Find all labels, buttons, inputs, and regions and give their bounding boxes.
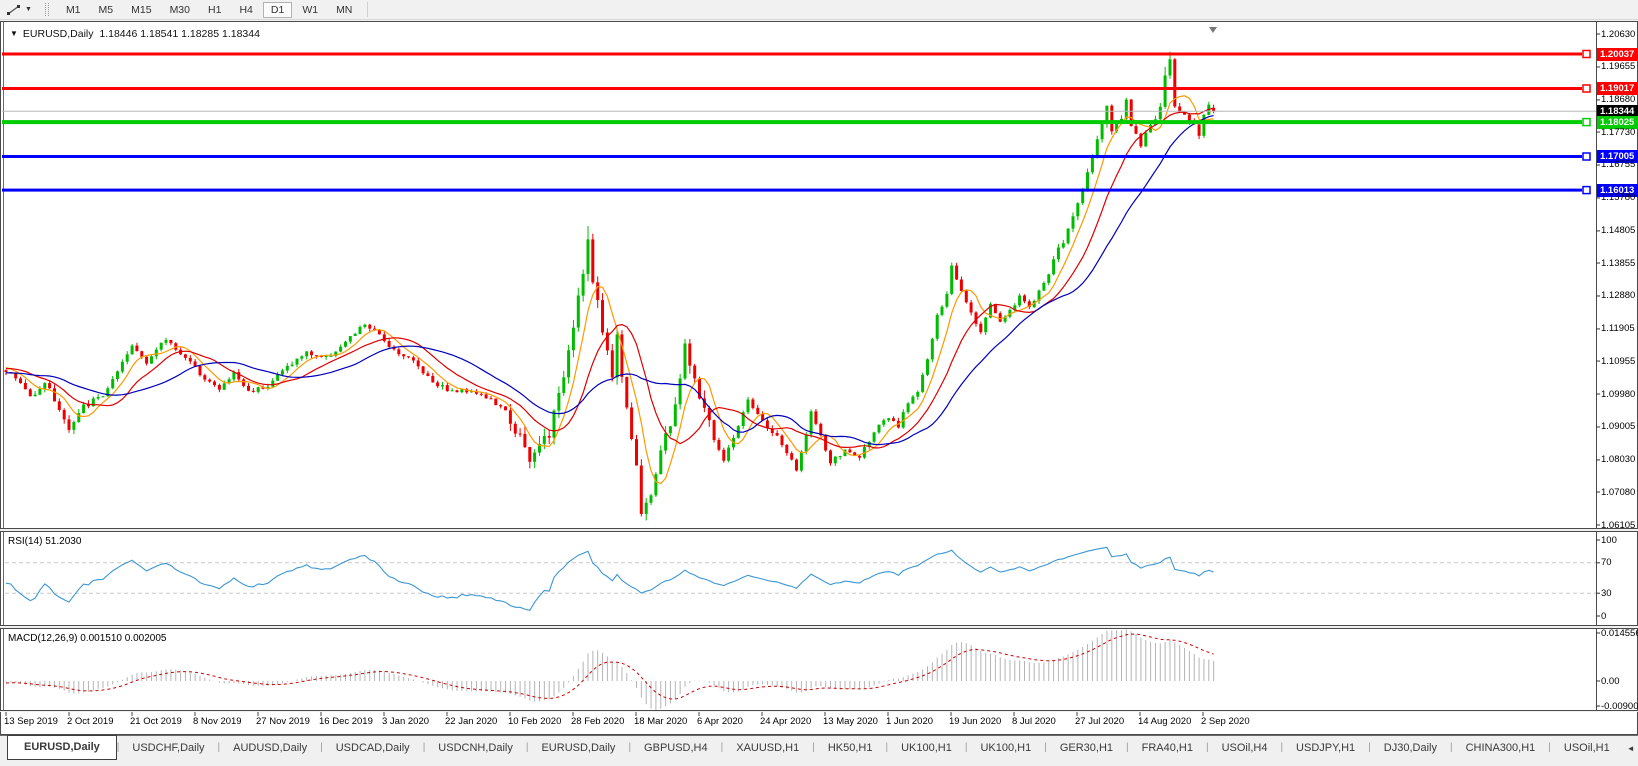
date-label: 6 Apr 2020 (697, 716, 743, 727)
tab-china300-h1-15[interactable]: CHINA300,H1 (1453, 736, 1549, 760)
date-label: 2 Oct 2019 (67, 716, 113, 727)
toolbar-grip[interactable] (45, 3, 49, 16)
date-label: 13 May 2020 (823, 716, 878, 727)
tab-ger30-h1-10[interactable]: GER30,H1 (1047, 736, 1126, 760)
date-label: 14 Aug 2020 (1138, 716, 1191, 727)
tab-gbpusd-h4-5[interactable]: GBPUSD,H4 (631, 736, 721, 760)
timeframe-button-w1[interactable]: W1 (294, 2, 326, 18)
tab-xauusd-h1-6[interactable]: XAUUSD,H1 (723, 736, 812, 760)
rsi-label: RSI(14) 51.2030 (8, 536, 81, 547)
date-label: 13 Sep 2019 (4, 716, 58, 727)
tab-usdjpy-h1-13[interactable]: USDJPY,H1 (1283, 736, 1368, 760)
macd-label: MACD(12,26,9) 0.001510 0.002005 (8, 633, 166, 644)
chart-tabbar: EURUSD,Daily|USDCHF,Daily|AUDUSD,Daily|U… (0, 735, 1638, 766)
tab-hk50-h1-7[interactable]: HK50,H1 (815, 736, 886, 760)
date-axis[interactable]: 13 Sep 2019 2 Oct 2019 21 Oct 2019 8 Nov 20… (0, 712, 1638, 735)
tab-scroll-left-icon[interactable]: ◄ (1627, 744, 1635, 753)
date-label: 16 Dec 2019 (319, 716, 373, 727)
tab-uk100-h1-8[interactable]: UK100,H1 (888, 736, 965, 760)
date-label: 27 Jul 2020 (1075, 716, 1124, 727)
timeframe-button-m15[interactable]: M15 (123, 2, 159, 18)
tab-audusd-daily-1[interactable]: AUDUSD,Daily (220, 736, 320, 760)
tab-usdchf-daily-0[interactable]: USDCHF,Daily (119, 736, 217, 760)
date-label: 19 Jun 2020 (949, 716, 1001, 727)
timeframe-button-h4[interactable]: H4 (231, 2, 260, 18)
rsi-panel[interactable]: RSI(14) 51.2030 (0, 531, 1638, 626)
tab-uk100-h1-9[interactable]: UK100,H1 (967, 736, 1044, 760)
date-label: 8 Jul 2020 (1012, 716, 1056, 727)
chart-ohlc-values: 1.18446 1.18541 1.18285 1.18344 (99, 28, 260, 40)
timeframe-button-mn[interactable]: MN (328, 2, 360, 18)
timeframe-buttons: M1M5M15M30H1H4D1W1MN (57, 2, 361, 18)
tab-usdcad-daily-2[interactable]: USDCAD,Daily (323, 736, 423, 760)
timeframe-button-m30[interactable]: M30 (162, 2, 198, 18)
tab-fra40-h1-11[interactable]: FRA40,H1 (1129, 736, 1206, 760)
timeframe-button-d1[interactable]: D1 (263, 2, 292, 18)
date-label: 3 Jan 2020 (382, 716, 429, 727)
line-studies-button[interactable]: ▼ (3, 2, 35, 18)
chart-title: ▼ EURUSD,Daily 1.18446 1.18541 1.18285 1.… (10, 28, 260, 40)
tab-usoil-h1-16[interactable]: USOil,H1 (1551, 736, 1623, 760)
trading-platform-window: ▼ M1M5M15M30H1H4D1W1MN ▼ EURUSD,Daily 1.1… (0, 0, 1638, 766)
date-label: 22 Jan 2020 (445, 716, 497, 727)
macd-panel[interactable]: MACD(12,26,9) 0.001510 0.002005 (0, 628, 1638, 711)
timeframe-button-m1[interactable]: M1 (58, 2, 89, 18)
date-label: 21 Oct 2019 (130, 716, 182, 727)
date-label: 2 Sep 2020 (1201, 716, 1250, 727)
date-label: 10 Feb 2020 (508, 716, 561, 727)
toolbar-separator (367, 2, 368, 17)
collapse-triangle-icon[interactable]: ▼ (10, 29, 18, 38)
chevron-down-icon: ▼ (25, 6, 32, 13)
date-label: 8 Nov 2019 (193, 716, 242, 727)
tab-eurusd-daily-4[interactable]: EURUSD,Daily (528, 736, 628, 760)
trendline-icon (6, 3, 22, 17)
timeframe-button-m5[interactable]: M5 (91, 2, 122, 18)
tab-usoil-h4-12[interactable]: USOil,H4 (1209, 736, 1281, 760)
tab-usdcnh-daily-3[interactable]: USDCNH,Daily (425, 736, 526, 760)
tab-dj30-daily-14[interactable]: DJ30,Daily (1371, 736, 1450, 760)
chart-symbol-period: EURUSD,Daily (23, 28, 94, 40)
date-label: 1 Jun 2020 (886, 716, 933, 727)
main-chart-panel[interactable]: ▼ EURUSD,Daily 1.18446 1.18541 1.18285 1.… (0, 21, 1638, 529)
date-label: 27 Nov 2019 (256, 716, 310, 727)
tab-eurusd-daily[interactable]: EURUSD,Daily (7, 735, 117, 760)
date-label: 24 Apr 2020 (760, 716, 811, 727)
timeframe-toolbar: ▼ M1M5M15M30H1H4D1W1MN (0, 0, 1638, 20)
date-label: 28 Feb 2020 (571, 716, 624, 727)
date-label: 18 Mar 2020 (634, 716, 687, 727)
timeframe-button-h1[interactable]: H1 (200, 2, 229, 18)
